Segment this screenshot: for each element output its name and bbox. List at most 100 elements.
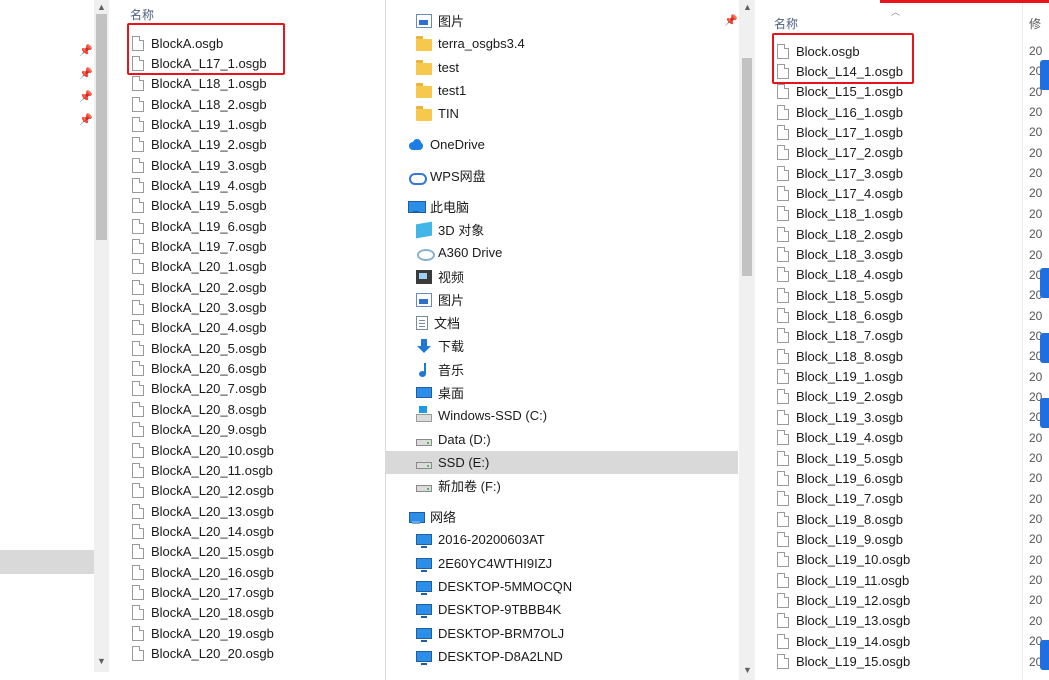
- scroll-up-icon[interactable]: ▲: [94, 0, 109, 14]
- left-nav-scrollbar[interactable]: ▲ ▼: [94, 0, 109, 672]
- file-row[interactable]: BlockA_L19_6.osgb: [132, 216, 267, 236]
- file-row[interactable]: Block_L19_1.osgb: [777, 367, 903, 387]
- nav-item[interactable]: 2016-20200603AT: [386, 528, 738, 551]
- file-row[interactable]: Block_L17_4.osgb: [777, 183, 903, 203]
- file-row[interactable]: Block_L19_15.osgb: [777, 652, 910, 672]
- nav-item[interactable]: 图片: [386, 9, 738, 32]
- nav-item[interactable]: 文档: [386, 311, 738, 334]
- nav-item[interactable]: 下载: [386, 334, 738, 357]
- file-row[interactable]: Block_L19_12.osgb: [777, 590, 910, 610]
- file-row[interactable]: Block_L19_5.osgb: [777, 448, 903, 468]
- file-row[interactable]: BlockA_L20_2.osgb: [132, 277, 267, 297]
- file-row[interactable]: BlockA_L20_7.osgb: [132, 379, 267, 399]
- pin-icon[interactable]: 📌: [79, 114, 93, 126]
- nav-item[interactable]: 网络: [386, 505, 738, 528]
- nav-item[interactable]: A360 Drive: [386, 241, 738, 264]
- file-row[interactable]: Block_L18_1.osgb: [777, 204, 903, 224]
- file-row[interactable]: Block_L19_7.osgb: [777, 489, 903, 509]
- file-row[interactable]: Block_L18_7.osgb: [777, 326, 903, 346]
- file-row[interactable]: BlockA_L20_11.osgb: [132, 460, 273, 480]
- file-row[interactable]: BlockA_L20_18.osgb: [132, 603, 274, 623]
- side-tab[interactable]: [1040, 268, 1049, 298]
- left-nav-selected-item[interactable]: [0, 550, 94, 574]
- file-row[interactable]: BlockA_L20_6.osgb: [132, 359, 267, 379]
- file-row[interactable]: BlockA_L19_4.osgb: [132, 175, 267, 195]
- file-row[interactable]: BlockA_L20_3.osgb: [132, 298, 267, 318]
- file-row[interactable]: BlockA_L20_15.osgb: [132, 542, 274, 562]
- file-row[interactable]: Block_L17_2.osgb: [777, 143, 903, 163]
- scroll-down-icon[interactable]: ▼: [740, 663, 755, 677]
- pin-icon[interactable]: 📌: [79, 68, 93, 80]
- scrollbar-thumb[interactable]: [96, 14, 107, 240]
- file-row[interactable]: Block_L19_8.osgb: [777, 509, 903, 529]
- nav-item[interactable]: 此电脑: [386, 195, 738, 218]
- nav-item[interactable]: test: [386, 56, 738, 79]
- file-row[interactable]: BlockA_L20_19.osgb: [132, 623, 274, 643]
- nav-item[interactable]: test1: [386, 79, 738, 102]
- file-row[interactable]: Block_L18_3.osgb: [777, 245, 903, 265]
- file-row[interactable]: Block_L19_6.osgb: [777, 468, 903, 488]
- file-row[interactable]: Block_L17_1.osgb: [777, 122, 903, 142]
- file-row[interactable]: BlockA_L18_1.osgb: [132, 74, 267, 94]
- nav-item[interactable]: DESKTOP-BRM7OLJ: [386, 622, 738, 645]
- file-row[interactable]: BlockA_L20_9.osgb: [132, 420, 267, 440]
- nav-item[interactable]: Data (D:): [386, 428, 738, 451]
- file-row[interactable]: BlockA_L20_8.osgb: [132, 399, 267, 419]
- column-header-name[interactable]: 名称: [774, 15, 798, 32]
- nav-item[interactable]: SSD (E:): [386, 451, 738, 474]
- nav-item[interactable]: 视频: [386, 265, 738, 288]
- side-tab[interactable]: [1040, 60, 1049, 90]
- file-row[interactable]: Block_L19_4.osgb: [777, 428, 903, 448]
- nav-item[interactable]: 音乐: [386, 358, 738, 381]
- side-tab[interactable]: [1040, 333, 1049, 363]
- nav-item[interactable]: DESKTOP-5MMOCQN: [386, 575, 738, 598]
- file-row[interactable]: Block_L18_6.osgb: [777, 306, 903, 326]
- file-row[interactable]: BlockA_L19_7.osgb: [132, 237, 267, 257]
- nav-item[interactable]: 3D 对象: [386, 218, 738, 241]
- column-header-name[interactable]: 名称: [130, 6, 154, 23]
- file-row[interactable]: BlockA_L20_4.osgb: [132, 318, 267, 338]
- file-row[interactable]: BlockA_L20_20.osgb: [132, 644, 274, 664]
- scroll-down-icon[interactable]: ▼: [94, 654, 109, 668]
- file-row[interactable]: Block_L18_4.osgb: [777, 265, 903, 285]
- file-row[interactable]: BlockA_L20_12.osgb: [132, 481, 274, 501]
- file-row[interactable]: Block_L15_1.osgb: [777, 82, 903, 102]
- scrollbar-thumb[interactable]: [742, 58, 752, 276]
- file-row[interactable]: BlockA_L18_2.osgb: [132, 94, 267, 114]
- side-tab[interactable]: [1040, 398, 1049, 428]
- file-row[interactable]: Block_L19_14.osgb: [777, 631, 910, 651]
- nav-item[interactable]: TIN: [386, 102, 738, 125]
- file-row[interactable]: BlockA_L20_14.osgb: [132, 521, 274, 541]
- file-row[interactable]: BlockA_L19_1.osgb: [132, 114, 267, 134]
- nav-scrollbar[interactable]: ▲ ▼: [739, 0, 755, 680]
- file-row[interactable]: BlockA_L19_3.osgb: [132, 155, 267, 175]
- file-row[interactable]: Block_L19_13.osgb: [777, 611, 910, 631]
- file-row[interactable]: BlockA_L20_13.osgb: [132, 501, 274, 521]
- side-tab[interactable]: [1040, 640, 1049, 670]
- scroll-up-icon[interactable]: ▲: [740, 0, 755, 14]
- file-row[interactable]: BlockA_L20_17.osgb: [132, 582, 274, 602]
- nav-item[interactable]: 2E60YC4WTHI9IZJ: [386, 552, 738, 575]
- pin-icon[interactable]: 📌: [79, 91, 93, 103]
- file-row[interactable]: BlockA_L20_5.osgb: [132, 338, 267, 358]
- nav-item[interactable]: Windows-SSD (C:): [386, 404, 738, 427]
- file-row[interactable]: Block_L16_1.osgb: [777, 102, 903, 122]
- file-row[interactable]: Block_L19_11.osgb: [777, 570, 909, 590]
- file-row[interactable]: BlockA_L20_10.osgb: [132, 440, 274, 460]
- nav-item[interactable]: 桌面: [386, 381, 738, 404]
- pin-icon[interactable]: 📌: [79, 45, 93, 57]
- nav-item[interactable]: WPS网盘: [386, 164, 738, 187]
- nav-item[interactable]: DESKTOP-9TBBB4K: [386, 598, 738, 621]
- file-row[interactable]: BlockA_L19_2.osgb: [132, 135, 267, 155]
- nav-item[interactable]: terra_osgbs3.4: [386, 32, 738, 55]
- nav-item[interactable]: 图片: [386, 288, 738, 311]
- column-header-date[interactable]: 修: [1029, 15, 1041, 32]
- file-row[interactable]: Block_L18_5.osgb: [777, 285, 903, 305]
- file-row[interactable]: Block_L19_10.osgb: [777, 550, 910, 570]
- nav-item[interactable]: OneDrive: [386, 133, 738, 156]
- file-row[interactable]: Block_L18_2.osgb: [777, 224, 903, 244]
- file-row[interactable]: BlockA_L19_5.osgb: [132, 196, 267, 216]
- nav-item[interactable]: 新加卷 (F:): [386, 474, 738, 497]
- file-row[interactable]: Block_L19_9.osgb: [777, 529, 903, 549]
- file-row[interactable]: Block_L19_3.osgb: [777, 407, 903, 427]
